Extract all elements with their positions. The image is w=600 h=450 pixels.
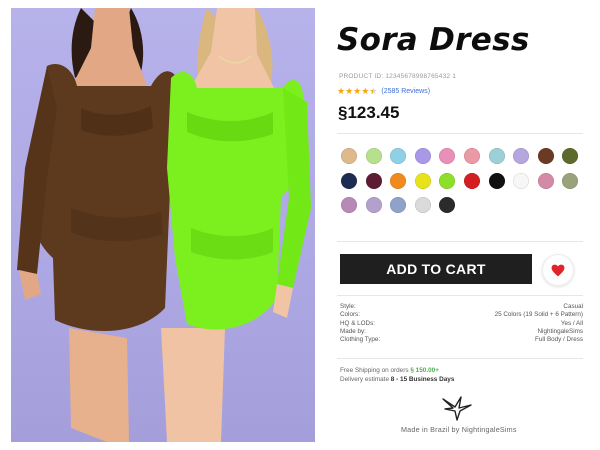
free-shipping-label: Free Shipping on orders: [340, 367, 409, 374]
spec-label: Style:: [340, 303, 356, 310]
color-swatch[interactable]: [439, 148, 456, 164]
spec-value: NightingaleSims: [537, 327, 584, 335]
spec-value: 25 Colors (19 Solid + 6 Pattern): [494, 311, 583, 319]
color-swatch[interactable]: [513, 172, 530, 189]
color-swatch[interactable]: [390, 197, 407, 214]
color-swatch[interactable]: [414, 197, 431, 214]
divider: [337, 241, 583, 242]
price: §123.45: [338, 103, 400, 122]
swatch-row: [341, 148, 581, 164]
bird-logo-icon: [441, 395, 473, 426]
rating-stars: ★ ★ ★ ★ ★: [337, 86, 377, 96]
free-shipping-amount: § 150.00+: [410, 367, 439, 374]
color-swatch[interactable]: [365, 148, 382, 164]
spec-row: Colors: 25 Colors (19 Solid + 6 Pattern): [340, 311, 583, 319]
spec-value: Full Body / Dress: [535, 336, 583, 344]
color-swatch[interactable]: [562, 148, 579, 164]
color-swatch[interactable]: [513, 148, 530, 164]
spec-label: HQ & LODs:: [340, 319, 375, 327]
color-swatch[interactable]: [537, 172, 554, 189]
add-to-cart-button[interactable]: ADD TO CART: [340, 254, 532, 284]
swatch-row: [341, 197, 581, 214]
product-title: Sora Dress: [337, 22, 530, 58]
favorite-button[interactable]: [542, 254, 574, 286]
delivery-line: Delivery estimate 8 - 15 Business Days: [340, 375, 454, 384]
spec-row: Made by: NightingaleSims: [340, 328, 583, 336]
model-left-legs: [69, 328, 129, 442]
color-swatch[interactable]: [488, 148, 505, 164]
color-swatch[interactable]: [414, 148, 431, 164]
spec-row: Clothing Type: Full Body / Dress: [340, 336, 583, 344]
spec-label: Colors:: [340, 311, 360, 319]
footer-credit: Made in Brazil by NightingaleSims: [401, 425, 517, 434]
spec-row: HQ & LODs: Yes / All: [340, 320, 583, 328]
heart-icon: [551, 264, 565, 276]
spec-value: Yes / All: [560, 319, 583, 327]
shipping-info: Free Shipping on orders § 150.00+ Delive…: [340, 366, 454, 384]
color-swatch[interactable]: [463, 172, 480, 189]
color-swatches: [341, 148, 581, 222]
color-swatch[interactable]: [562, 172, 579, 189]
color-swatch[interactable]: [414, 172, 431, 189]
model-left-hand: [19, 270, 41, 300]
spec-value: Casual: [563, 303, 583, 310]
product-id: PRODUCT ID: 12345678998765432 1: [339, 73, 457, 80]
model-right-legs: [161, 328, 225, 442]
color-swatch[interactable]: [341, 172, 357, 189]
rating: ★ ★ ★ ★ ★ (2585 Reviews): [337, 85, 430, 97]
product-info-panel: Sora Dress PRODUCT ID: 12345678998765432…: [337, 0, 592, 450]
star-icon: ★: [361, 86, 370, 96]
divider: [337, 133, 583, 134]
divider: [337, 358, 583, 359]
star-icon: ★: [345, 86, 354, 96]
swatch-row: [341, 172, 581, 189]
spec-list: Style: Casual Colors: 25 Colors (19 Solid +…: [340, 303, 583, 344]
models-illustration: [17, 8, 311, 442]
delivery-value: 8 - 15 Business Days: [390, 376, 455, 383]
color-swatch[interactable]: [365, 197, 382, 214]
product-photo: [11, 8, 315, 442]
color-swatch[interactable]: [537, 148, 554, 164]
color-swatch[interactable]: [488, 172, 505, 189]
color-swatch[interactable]: [463, 148, 480, 164]
half-star-icon: ★: [369, 86, 377, 96]
spec-row: Style: Casual: [340, 303, 583, 311]
free-shipping-line: Free Shipping on orders § 150.00+: [340, 366, 454, 375]
color-swatch[interactable]: [390, 148, 407, 164]
star-icon: ★: [337, 86, 346, 96]
color-swatch[interactable]: [439, 197, 456, 214]
color-swatch[interactable]: [365, 172, 382, 189]
color-swatch[interactable]: [439, 172, 456, 189]
spec-label: Made by:: [340, 327, 366, 335]
color-swatch[interactable]: [390, 172, 407, 189]
divider: [337, 295, 583, 296]
color-swatch[interactable]: [341, 148, 357, 164]
delivery-label: Delivery estimate: [340, 376, 390, 383]
color-swatch[interactable]: [341, 197, 357, 214]
reviews-link[interactable]: (2585 Reviews): [381, 88, 430, 95]
star-icon: ★: [353, 86, 362, 96]
spec-label: Clothing Type:: [340, 336, 381, 344]
